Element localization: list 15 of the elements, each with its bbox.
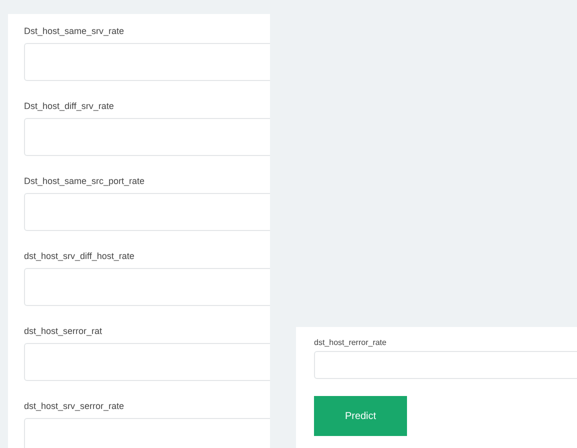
field-label: Dst_host_same_srv_rate bbox=[24, 25, 124, 38]
input-field[interactable] bbox=[24, 118, 270, 156]
field-label: dst_host_rerror_rate bbox=[314, 337, 386, 349]
field-label: Dst_host_same_src_port_rate bbox=[24, 175, 145, 188]
field-label: dst_host_serror_rat bbox=[24, 325, 102, 338]
input-field[interactable] bbox=[314, 351, 577, 379]
input-field[interactable] bbox=[24, 343, 270, 381]
field-label: dst_host_srv_diff_host_rate bbox=[24, 250, 134, 263]
input-field[interactable] bbox=[24, 43, 270, 81]
field-label: dst_host_srv_serror_rate bbox=[24, 400, 124, 413]
predict-button[interactable]: Predict bbox=[314, 396, 407, 436]
input-field[interactable] bbox=[24, 418, 270, 448]
input-field[interactable] bbox=[24, 193, 270, 231]
field-label: Dst_host_diff_srv_rate bbox=[24, 100, 114, 113]
input-field[interactable] bbox=[24, 268, 270, 306]
